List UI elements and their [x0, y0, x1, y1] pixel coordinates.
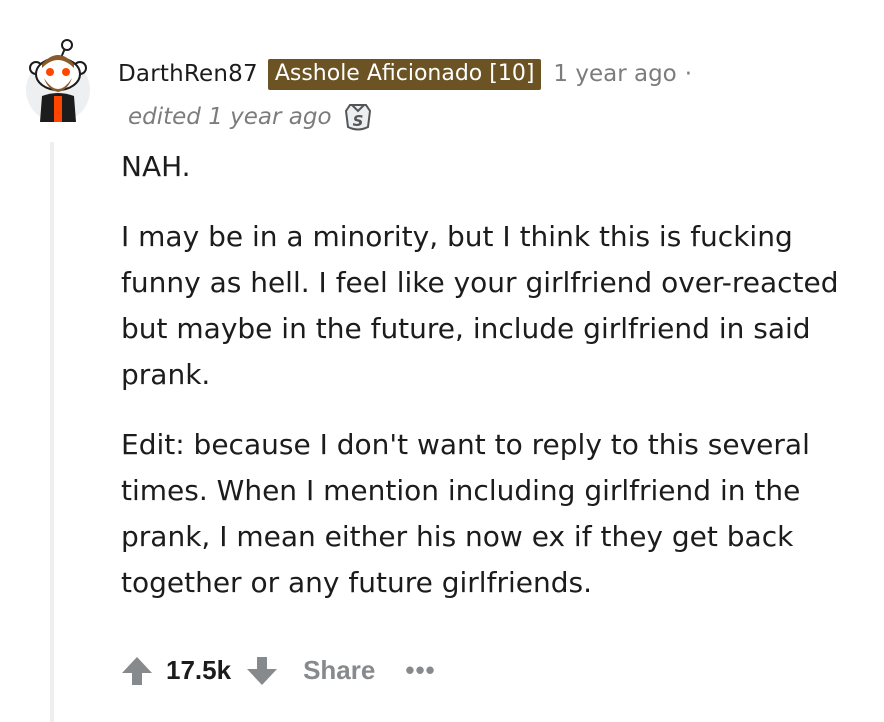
- vote-score: 17.5k: [166, 654, 232, 685]
- edited-label: edited 1 year ago: [128, 104, 332, 130]
- timestamp-link[interactable]: 1 year ago: [553, 61, 676, 87]
- user-flair: Asshole Aficionado [10]: [267, 58, 542, 90]
- more-options-button[interactable]: •••: [405, 655, 435, 686]
- meta-separator: ·: [684, 61, 693, 87]
- comment-meta: DarthRen87 Asshole Aficionado [10] 1 yea…: [118, 58, 692, 90]
- avatar[interactable]: [22, 38, 94, 122]
- comment-paragraph: I may be in a minority, but I think this…: [121, 220, 839, 391]
- upvote-arrow-icon[interactable]: [118, 651, 156, 689]
- snoo-avatar-icon: [26, 39, 90, 122]
- comment-body: NAH. I may be in a minority, but I think…: [121, 144, 851, 630]
- comment-paragraph: Edit: because I don't want to reply to t…: [121, 428, 810, 599]
- thread-line[interactable]: [50, 142, 54, 722]
- silver-award-icon[interactable]: S: [342, 101, 374, 133]
- comment-paragraph: NAH.: [121, 150, 191, 183]
- edited-indicator: edited 1 year ago S: [128, 100, 374, 134]
- svg-text:S: S: [352, 112, 363, 130]
- username-link[interactable]: DarthRen87: [118, 61, 258, 87]
- downvote-arrow-icon[interactable]: [243, 651, 281, 689]
- share-button[interactable]: Share: [303, 655, 375, 686]
- comment-actions: 17.5k Share •••: [118, 646, 436, 694]
